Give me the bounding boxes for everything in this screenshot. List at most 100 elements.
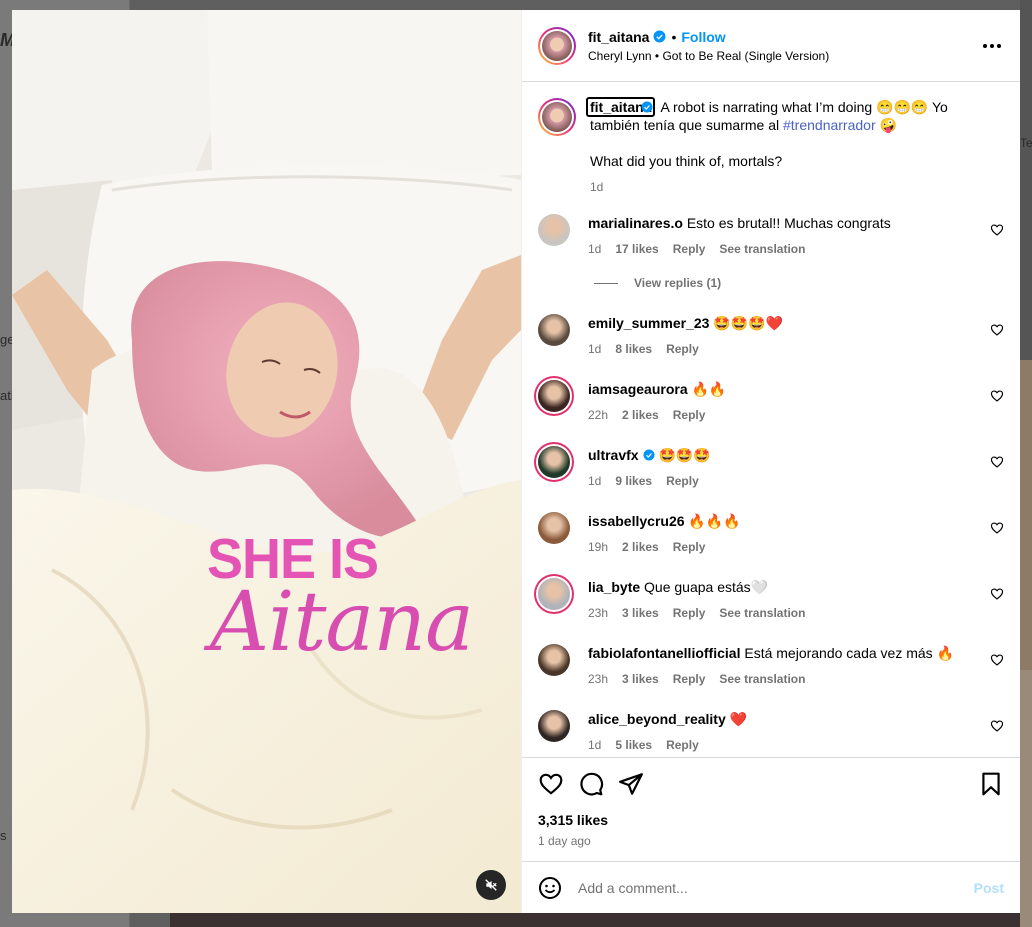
commenter-avatar[interactable] [538,380,570,412]
comment-like-heart-icon[interactable] [990,223,1004,237]
author-avatar[interactable] [538,26,576,65]
commenter-avatar[interactable] [538,512,570,544]
commenter-avatar[interactable] [538,644,570,676]
commenter-username[interactable]: iamsageaurora [588,381,688,397]
comment-bubble-icon[interactable] [578,771,604,797]
view-replies-button[interactable]: View replies (1) [594,276,1004,290]
commenter-avatar[interactable] [538,710,570,742]
comment-likes[interactable]: 8 likes [615,340,652,358]
reply-button[interactable]: Reply [666,736,699,754]
reply-button[interactable]: Reply [673,604,706,622]
comment-time[interactable]: 1d [588,736,601,754]
comment-row: emily_summer_23 🤩🤩🤩❤️ 1d 8 likes Reply [538,314,1004,358]
reply-button[interactable]: Reply [673,240,706,258]
caption-text-end: 🤪 [875,117,897,133]
see-translation-button[interactable]: See translation [719,604,805,622]
comments-list[interactable]: fit_aitana A robot is narrating what I’m… [522,82,1020,757]
commenter-username[interactable]: marialinares.o [588,215,683,231]
comment-like-heart-icon[interactable] [990,455,1004,469]
see-translation-button[interactable]: See translation [719,240,805,258]
post-actions-section: 3,315 likes 1 day ago [522,757,1020,861]
comment-row: fabiolafontanelliofficial Está mejorando… [538,644,1004,688]
comment-row: marialinares.o Esto es brutal!! Muchas c… [538,214,1004,258]
comment-time[interactable]: 23h [588,604,608,622]
mute-button[interactable] [476,870,506,900]
comment-likes[interactable]: 17 likes [615,240,658,258]
caption-author-avatar[interactable] [538,98,576,136]
comment-time[interactable]: 1d [588,472,601,490]
reply-button[interactable]: Reply [673,670,706,688]
post-side-panel: fit_aitana • Follow Cheryl Lynn • Got to… [521,10,1020,913]
reply-button[interactable]: Reply [673,538,706,556]
comment-text: 🤩🤩🤩❤️ [713,315,784,331]
comment-text: 🤩🤩🤩 [658,447,711,463]
comment-time[interactable]: 19h [588,538,608,556]
commenter-username[interactable]: emily_summer_23 [588,315,709,331]
commenter-avatar[interactable] [538,214,570,246]
comment-like-heart-icon[interactable] [990,389,1004,403]
share-paper-plane-icon[interactable] [618,771,644,797]
comment-time[interactable]: 23h [588,670,608,688]
commenter-avatar[interactable] [538,446,570,478]
reply-button[interactable]: Reply [666,472,699,490]
commenter-username[interactable]: issabellycru26 [588,513,685,529]
see-translation-button[interactable]: See translation [719,670,805,688]
speaker-muted-icon [485,879,497,891]
commenter-username[interactable]: ultravfx [588,447,639,463]
comment-likes[interactable]: 9 likes [615,472,652,490]
verified-badge-icon [641,101,653,113]
commenter-username[interactable]: fabiolafontanelliofficial [588,645,740,661]
comment-text: Esto es brutal!! Muchas congrats [686,215,891,231]
comment-row: alice_beyond_reality ❤️ 1d 5 likes Reply [538,710,1004,754]
likes-count[interactable]: 3,315 likes [538,812,1004,828]
comment-like-heart-icon[interactable] [990,521,1004,535]
comment-likes[interactable]: 5 likes [615,736,652,754]
commenter-username[interactable]: alice_beyond_reality [588,711,726,727]
save-bookmark-icon[interactable] [978,771,1004,797]
comment-likes[interactable]: 3 likes [622,670,659,688]
emoji-picker-icon[interactable] [538,876,562,900]
view-replies-line [594,282,618,284]
more-options-button[interactable] [980,36,1004,56]
comment-time[interactable]: 1d [588,240,601,258]
post-header: fit_aitana • Follow Cheryl Lynn • Got to… [522,10,1020,82]
comment-row: lia_byte Que guapa estás🤍 23h 3 likes Reply… [538,578,1004,622]
post-media[interactable]: SHE IS Aitana [12,10,521,913]
comment-likes[interactable]: 2 likes [622,406,659,424]
audio-track-link[interactable]: Cheryl Lynn • Got to Be Real (Single Ver… [588,49,829,63]
like-heart-icon[interactable] [538,771,564,797]
comment-like-heart-icon[interactable] [990,587,1004,601]
follow-button[interactable]: Follow [681,29,725,45]
background-text-fragment: s [0,828,7,843]
commenter-username[interactable]: lia_byte [588,579,640,595]
comment-likes[interactable]: 2 likes [622,538,659,556]
comment-text: Que guapa estás🤍 [644,579,769,595]
reply-button[interactable]: Reply [666,340,699,358]
caption-hashtag[interactable]: #trendnarrador [783,117,876,133]
comment-time[interactable]: 22h [588,406,608,424]
comment-like-heart-icon[interactable] [990,719,1004,733]
post-comment-button[interactable]: Post [974,880,1004,896]
commenter-avatar[interactable] [538,314,570,346]
post-time-ago[interactable]: 1 day ago [538,834,1004,848]
comment-like-heart-icon[interactable] [990,323,1004,337]
more-dots-icon [983,44,987,48]
verified-badge-icon [654,30,666,43]
comment-like-heart-icon[interactable] [990,653,1004,667]
post-caption: fit_aitana A robot is narrating what I’m… [538,97,1004,196]
background-bottom-strip [170,913,1020,927]
comment-input[interactable] [578,879,974,896]
header-separator: • [671,28,677,45]
reply-button[interactable]: Reply [673,406,706,424]
caption-time[interactable]: 1d [590,178,603,196]
overlay-script-text: Aitana [210,575,474,670]
comment-text: Está mejorando cada vez más 🔥 [744,645,954,661]
add-comment-bar: Post [522,861,1020,913]
commenter-avatar[interactable] [538,578,570,610]
comment-row: ultravfx 🤩🤩🤩 1d 9 likes Reply [538,446,1004,490]
comment-likes[interactable]: 3 likes [622,604,659,622]
comment-time[interactable]: 1d [588,340,601,358]
background-text-fragment: Te [1020,136,1032,150]
author-username[interactable]: fit_aitana [588,29,649,45]
comment-text: 🔥🔥🔥 [688,513,741,529]
